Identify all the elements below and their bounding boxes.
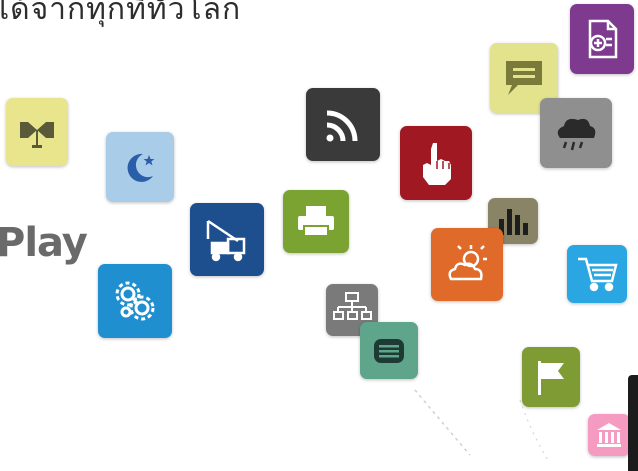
moon-stars-icon[interactable] [106,132,174,202]
keyboard-icon[interactable] [360,322,418,379]
rss-feed-icon[interactable] [306,88,380,161]
flag-corner-icon[interactable] [6,98,68,166]
printer-icon[interactable] [283,190,349,253]
settings-gears-icon[interactable] [98,264,172,338]
bank-icon[interactable] [588,414,630,456]
crane-truck-icon[interactable] [190,203,264,276]
shopping-cart-icon[interactable] [567,245,627,303]
white-flag-icon[interactable] [522,347,580,407]
add-document-icon[interactable] [570,4,634,74]
rain-cloud-icon[interactable] [540,98,612,168]
hand-pointer-icon[interactable] [400,126,472,200]
weather-sun-cloud-icon[interactable] [431,228,503,301]
device-frame-edge [628,375,638,471]
